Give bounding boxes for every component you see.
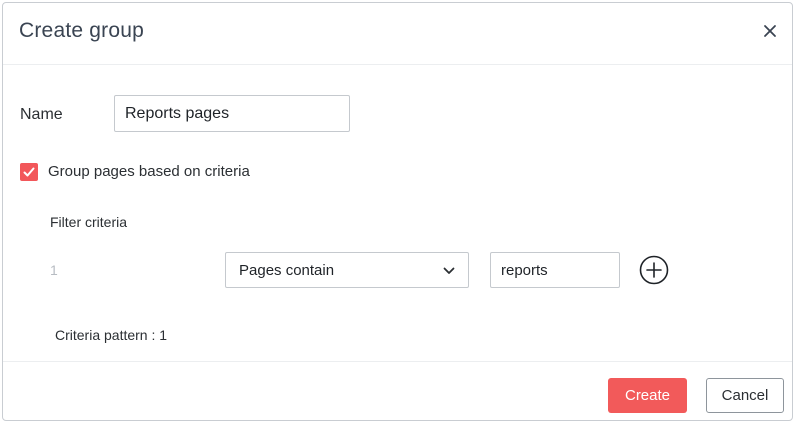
group-by-criteria-label[interactable]: Group pages based on criteria: [48, 163, 250, 180]
criteria-pattern-text: Criteria pattern : 1: [55, 327, 168, 343]
criteria-value-input[interactable]: [490, 252, 620, 288]
create-button[interactable]: Create: [608, 378, 687, 413]
dialog-header: Create group: [3, 3, 792, 65]
close-icon: [764, 25, 776, 37]
footer-divider: [3, 361, 792, 362]
criteria-condition-value: Pages contain: [239, 262, 335, 279]
filter-criteria-heading: Filter criteria: [50, 214, 128, 230]
checkmark-icon: [23, 167, 35, 177]
criteria-condition-select[interactable]: Pages contain: [225, 252, 469, 288]
name-input[interactable]: [114, 95, 350, 132]
criteria-row-index: 1: [50, 262, 58, 278]
plus-circle-icon: [639, 255, 669, 285]
close-button[interactable]: [760, 21, 780, 41]
create-group-dialog: Create group Name Group pages based on c…: [2, 2, 793, 421]
group-by-criteria-checkbox[interactable]: [20, 163, 38, 181]
cancel-button[interactable]: Cancel: [706, 378, 784, 413]
chevron-down-icon: [443, 267, 455, 274]
dialog-title: Create group: [19, 19, 144, 42]
name-label: Name: [20, 106, 63, 123]
add-criteria-button[interactable]: [639, 255, 669, 285]
